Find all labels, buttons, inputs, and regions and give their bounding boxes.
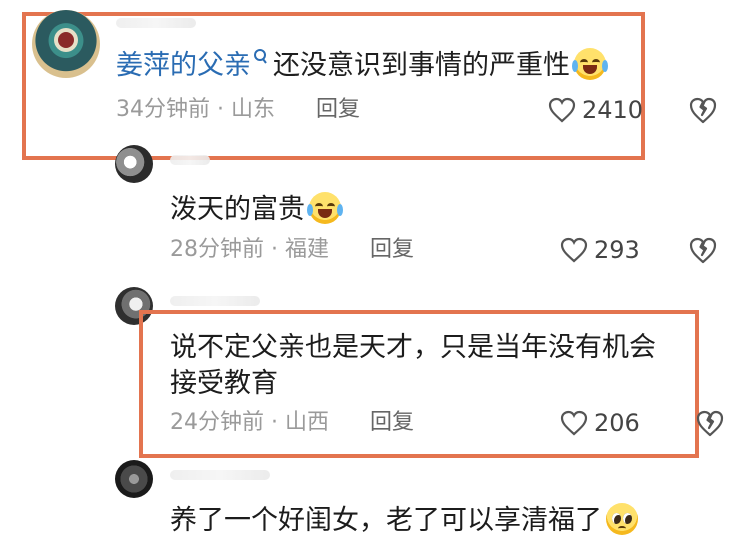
pleading-face-emoji (606, 503, 638, 535)
comment-4-body: 养了一个好闺女，老了可以享清福了 (170, 503, 638, 539)
meta-separator: · (217, 97, 224, 122)
reply-button[interactable]: 回复 (370, 410, 414, 435)
comment-time: 34分钟前 (116, 97, 210, 122)
avatar[interactable] (32, 10, 100, 78)
highlight-frame-comment-1 (22, 12, 645, 160)
username-blurred (170, 470, 270, 480)
reply-button[interactable]: 回复 (316, 97, 360, 122)
heart-outline-icon (560, 237, 588, 263)
comment-meta: 24分钟前 · 山西 回复 (170, 408, 414, 438)
comment-time: 24分钟前 (170, 410, 264, 435)
like-button[interactable]: 206 (560, 408, 640, 438)
meta-separator: · (271, 410, 278, 435)
comment-location: 山西 (285, 410, 330, 435)
heart-outline-icon (560, 410, 588, 436)
avatar[interactable] (115, 145, 153, 183)
comment-1-body: 姜萍的父亲 还没意识到事情的严重性 (116, 48, 608, 84)
like-button[interactable]: 2410 (548, 95, 643, 125)
comment-meta: 28分钟前 · 福建 回复 (170, 235, 414, 265)
like-count: 206 (594, 409, 640, 437)
tears-of-joy-emoji (307, 192, 343, 224)
broken-heart-icon[interactable] (688, 235, 718, 265)
author-link[interactable]: 姜萍的父亲 (116, 50, 251, 81)
comment-location: 福建 (285, 237, 330, 262)
tears-of-joy-emoji (572, 48, 608, 80)
search-tag-icon[interactable] (253, 48, 267, 68)
username-blurred (116, 18, 196, 28)
username-blurred (170, 155, 210, 165)
like-count: 2410 (582, 96, 644, 124)
avatar[interactable] (115, 460, 153, 498)
heart-outline-icon (548, 97, 576, 123)
comment-text: 还没意识到事情的严重性 (273, 50, 570, 81)
reply-button[interactable]: 回复 (370, 237, 414, 262)
comment-3-line-1: 说不定父亲也是天才，只是当年没有机会 (170, 332, 656, 363)
comment-location: 山东 (231, 97, 276, 122)
like-button[interactable]: 293 (560, 235, 640, 265)
broken-heart-icon[interactable] (695, 408, 725, 438)
meta-separator: · (271, 237, 278, 262)
comment-time: 28分钟前 (170, 237, 264, 262)
username-blurred (170, 296, 260, 306)
comment-text: 养了一个好闺女，老了可以享清福了 (170, 505, 602, 536)
broken-heart-icon[interactable] (688, 95, 718, 125)
comment-text: 泼天的富贵 (170, 194, 305, 225)
comment-3-line-2: 接受教育 (170, 368, 278, 399)
comment-meta: 34分钟前 · 山东 回复 (116, 95, 360, 125)
comment-2-body: 泼天的富贵 (170, 192, 343, 228)
like-count: 293 (594, 236, 640, 264)
